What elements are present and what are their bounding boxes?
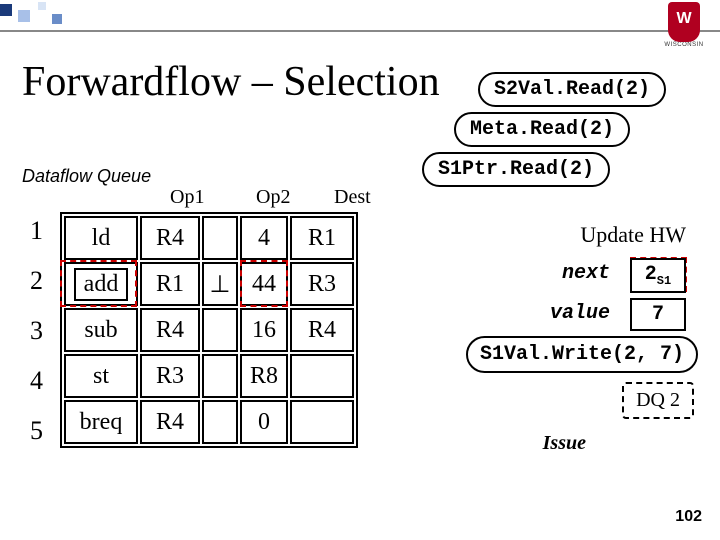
deco-square: [38, 2, 46, 10]
row-index: 1: [30, 216, 43, 246]
cell-op1: R1: [140, 262, 200, 306]
cell-dest: [290, 354, 354, 398]
cell-instr: add: [64, 262, 138, 306]
col-op2: Op2: [256, 186, 290, 209]
deco-square: [0, 4, 12, 16]
table-row: st R3 R8: [64, 354, 354, 398]
cell-dest: R3: [290, 262, 354, 306]
callout-meta: Meta.Read(2): [454, 112, 630, 147]
cell-op1: R3: [140, 354, 200, 398]
boxed-instr: add: [74, 268, 129, 301]
cell-dest: R1: [290, 216, 354, 260]
cell-instr: ld: [64, 216, 138, 260]
dataflow-table: ld R4 4 R1 add R1 ⊥ 44 R3 sub R4 16 R4 s…: [60, 212, 358, 448]
dq-box: DQ 2: [622, 382, 694, 419]
cell-op1: R4: [140, 400, 200, 444]
callout-s1val-write: S1Val.Write(2, 7): [466, 336, 698, 373]
cell-op2b: 16: [240, 308, 288, 352]
cell-op1: R4: [140, 216, 200, 260]
boxed-op2: 44: [248, 271, 280, 298]
table-row: sub R4 16 R4: [64, 308, 354, 352]
callout-s1ptr: S1Ptr.Read(2): [422, 152, 610, 187]
wisconsin-logo: W WISCONSIN: [660, 2, 708, 50]
col-dest: Dest: [334, 186, 371, 209]
cell-instr: sub: [64, 308, 138, 352]
cell-op2a: [202, 308, 238, 352]
cell-op2b: 44: [240, 262, 288, 306]
cell-op2a: ⊥: [202, 262, 238, 306]
row-index: 3: [30, 316, 43, 346]
row-index: 5: [30, 416, 43, 446]
cell-instr: breq: [64, 400, 138, 444]
row-index: 4: [30, 366, 43, 396]
page-number: 102: [675, 508, 702, 526]
cell-op2b: R8: [240, 354, 288, 398]
cell-op2a: [202, 216, 238, 260]
deco-square: [52, 14, 62, 24]
crest-icon: W: [668, 2, 700, 42]
cell-op2a: [202, 354, 238, 398]
col-op1: Op1: [170, 186, 204, 209]
table-row: ld R4 4 R1: [64, 216, 354, 260]
top-rule: [0, 30, 720, 32]
top-decoration: [0, 0, 720, 36]
value-box: 7: [630, 298, 686, 331]
next-label: next: [562, 262, 610, 285]
callout-s2val: S2Val.Read(2): [478, 72, 666, 107]
deco-square: [18, 10, 30, 22]
logo-text: WISCONSIN: [660, 42, 708, 48]
slide-title: Forwardflow – Selection: [22, 58, 440, 106]
issue-label: Issue: [543, 432, 586, 455]
cell-dest: [290, 400, 354, 444]
table-row: breq R4 0: [64, 400, 354, 444]
cell-op2b: 0: [240, 400, 288, 444]
cell-instr: st: [64, 354, 138, 398]
cell-op2b: 4: [240, 216, 288, 260]
next-value: 2: [645, 263, 657, 286]
table-row: add R1 ⊥ 44 R3: [64, 262, 354, 306]
update-hw-label: Update HW: [580, 222, 686, 248]
row-index: 2: [30, 266, 43, 296]
next-value-sub: S1: [657, 274, 671, 288]
cell-op1: R4: [140, 308, 200, 352]
next-value-box: 2S1: [630, 258, 686, 293]
cell-dest: R4: [290, 308, 354, 352]
dataflow-queue-label: Dataflow Queue: [22, 166, 151, 187]
cell-op2a: [202, 400, 238, 444]
value-label: value: [550, 302, 610, 325]
